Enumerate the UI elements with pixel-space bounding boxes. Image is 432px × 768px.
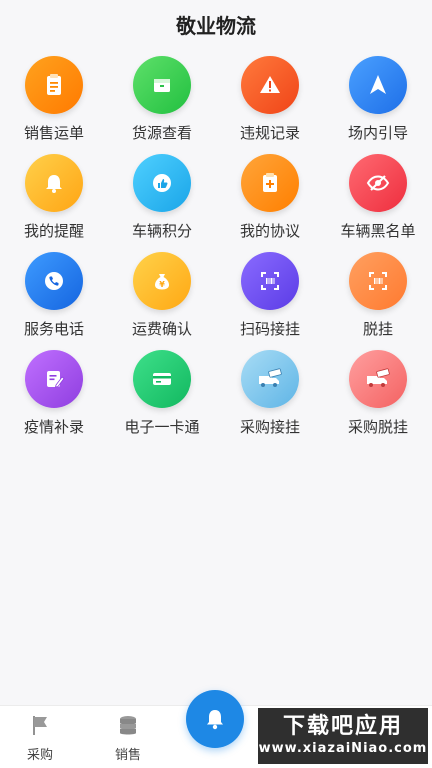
watermark-title: 下载吧应用 [282,714,403,739]
menu-item-my-agreements[interactable]: 我的协议 [216,154,324,252]
truck-icon [349,350,407,408]
warning-icon [241,56,299,114]
menu-item-site-guide[interactable]: 场内引导 [324,56,432,154]
card-icon [133,350,191,408]
menu-item-label: 服务电话 [23,320,84,338]
menu-item-scan-hitch[interactable]: 扫码接挂 [216,252,324,350]
function-grid: 销售运单 货源查看 违规记录 场内引导 我的提醒 车辆积分 我的协议 车辆黑名单… [0,56,432,448]
menu-item-label: 车辆黑名单 [340,222,416,240]
menu-item-label: 我的协议 [239,222,300,240]
menu-item-label: 货源查看 [131,124,192,142]
menu-item-supply-view[interactable]: 货源查看 [108,56,216,154]
menu-item-e-card[interactable]: 电子一卡通 [108,350,216,448]
menu-item-my-reminders[interactable]: 我的提醒 [0,154,108,252]
tab-purchase[interactable]: 采购 [10,712,70,763]
document-plus-icon [241,154,299,212]
scan-icon [241,252,299,310]
menu-item-label: 违规记录 [239,124,300,142]
bell-icon [25,154,83,212]
menu-item-vehicle-points[interactable]: 车辆积分 [108,154,216,252]
menu-item-label: 采购接挂 [239,418,300,436]
money-bag-icon: ¥ [133,252,191,310]
flag-icon [33,716,47,735]
menu-item-label: 场内引导 [347,124,408,142]
truck-icon [241,350,299,408]
menu-item-freight-confirm[interactable]: ¥ 运费确认 [108,252,216,350]
eye-slash-icon [349,154,407,212]
watermark: 下载吧应用 www.xiazaiNiao.com [258,708,428,764]
clipboard-icon [25,56,83,114]
menu-item-label: 疫情补录 [23,418,84,436]
bell-icon [207,710,223,730]
page-title: 敬业物流 [176,14,256,38]
navigation-arrow-icon [349,56,407,114]
menu-item-label: 运费确认 [131,320,192,338]
menu-item-label: 我的提醒 [23,222,84,240]
tab-label: 销售 [114,748,141,763]
menu-item-label: 扫码接挂 [239,320,300,338]
menu-item-violation-records[interactable]: 违规记录 [216,56,324,154]
menu-item-label: 电子一卡通 [124,418,200,436]
tab-sales[interactable]: 销售 [98,712,158,763]
menu-item-label: 销售运单 [23,124,84,142]
watermark-url: www.xiazaiNiao.com [258,741,428,756]
edit-note-icon [25,350,83,408]
coins-icon [120,716,136,735]
menu-item-vehicle-blacklist[interactable]: 车辆黑名单 [324,154,432,252]
box-icon [133,56,191,114]
menu-item-label: 车辆积分 [131,222,192,240]
menu-item-label: 采购脱挂 [347,418,408,436]
tab-label: 采购 [26,748,53,763]
menu-item-sales-waybill[interactable]: 销售运单 [0,56,108,154]
menu-item-service-phone[interactable]: 服务电话 [0,252,108,350]
menu-item-label: 脱挂 [362,320,393,338]
svg-text:¥: ¥ [159,280,165,289]
menu-item-purchase-unhitch[interactable]: 采购脱挂 [324,350,432,448]
menu-item-purchase-hitch[interactable]: 采购接挂 [216,350,324,448]
thumbs-up-icon [133,154,191,212]
scan-icon [349,252,407,310]
menu-item-unhitch[interactable]: 脱挂 [324,252,432,350]
menu-item-epidemic-entry[interactable]: 疫情补录 [0,350,108,448]
phone-icon [25,252,83,310]
notification-bell-button[interactable] [186,690,244,748]
